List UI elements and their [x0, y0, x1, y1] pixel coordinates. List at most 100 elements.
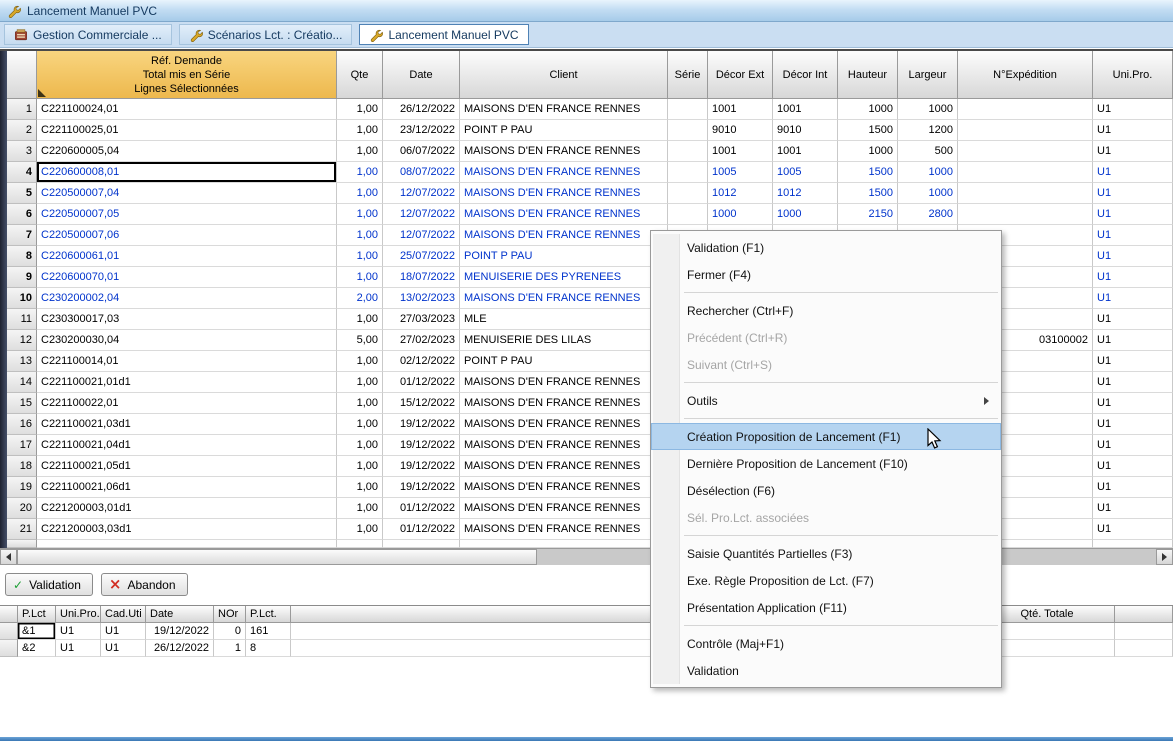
- cell-serie[interactable]: [668, 120, 708, 141]
- cell-serie[interactable]: [668, 204, 708, 225]
- ref-demande-column-header[interactable]: Réf. DemandeTotal mis en SérieLignes Sél…: [37, 51, 337, 99]
- column-header-decor_ext[interactable]: Décor Ext: [708, 51, 773, 99]
- cell-date[interactable]: 12/07/2022: [383, 183, 460, 204]
- cell-date[interactable]: 01/12/2022: [383, 519, 460, 540]
- cell-ref[interactable]: C220600008,01: [37, 162, 337, 183]
- cell-uni_pro[interactable]: U1: [1093, 330, 1173, 351]
- cell-largeur[interactable]: 2800: [898, 204, 958, 225]
- cell-ref[interactable]: C221200003,03d1: [37, 519, 337, 540]
- cell-qte[interactable]: 1,00: [337, 351, 383, 372]
- cell-decor_int[interactable]: 1001: [773, 141, 838, 162]
- column-header-client[interactable]: Client: [460, 51, 668, 99]
- cell-qte[interactable]: 1,00: [337, 393, 383, 414]
- cell-uni_pro[interactable]: U1: [56, 640, 101, 657]
- cell-ref[interactable]: C221200003,01d1: [37, 498, 337, 519]
- cell-uni_pro[interactable]: U1: [56, 623, 101, 640]
- cell-uni_pro[interactable]: U1: [1093, 351, 1173, 372]
- row-number-cell[interactable]: 14: [7, 372, 37, 393]
- cell-client[interactable]: MAISONS D'EN FRANCE RENNES: [460, 141, 668, 162]
- menu-item[interactable]: Rechercher (Ctrl+F): [651, 297, 1001, 324]
- cell-client[interactable]: MAISONS D'EN FRANCE RENNES: [460, 225, 668, 246]
- cell-decor_ext[interactable]: 1001: [708, 99, 773, 120]
- cell-date[interactable]: 19/12/2022: [383, 456, 460, 477]
- cell-largeur[interactable]: 500: [898, 141, 958, 162]
- cell-qte[interactable]: 1,00: [337, 267, 383, 288]
- cell-date[interactable]: 26/12/2022: [146, 640, 214, 657]
- cell-client[interactable]: MAISONS D'EN FRANCE RENNES: [460, 204, 668, 225]
- cell-ref[interactable]: C230200030,04: [37, 330, 337, 351]
- cell-date[interactable]: 27/02/2023: [383, 330, 460, 351]
- cell-qte[interactable]: 1,00: [337, 498, 383, 519]
- cell-client[interactable]: MENUISERIE DES LILAS: [460, 330, 668, 351]
- cell-qte[interactable]: 1,00: [337, 183, 383, 204]
- cell-n_expedition[interactable]: [958, 120, 1093, 141]
- row-number-cell[interactable]: 1: [7, 99, 37, 120]
- cell-n_expedition[interactable]: [958, 141, 1093, 162]
- cell-uni_pro[interactable]: U1: [1093, 519, 1173, 540]
- menu-item[interactable]: Création Proposition de Lancement (F1): [651, 423, 1001, 450]
- cell-client[interactable]: MAISONS D'EN FRANCE RENNES: [460, 519, 668, 540]
- cell-client[interactable]: MAISONS D'EN FRANCE RENNES: [460, 372, 668, 393]
- cell-date[interactable]: 08/07/2022: [383, 162, 460, 183]
- cell-qte[interactable]: 1,00: [337, 141, 383, 162]
- cell-serie[interactable]: [668, 141, 708, 162]
- cell-largeur[interactable]: 1000: [898, 99, 958, 120]
- row-number-cell[interactable]: 21: [7, 519, 37, 540]
- cell-qte[interactable]: 1,00: [337, 246, 383, 267]
- cell-ref[interactable]: C220500007,05: [37, 204, 337, 225]
- cell-ref[interactable]: C221100021,05d1: [37, 456, 337, 477]
- menu-item[interactable]: Désélection (F6): [651, 477, 1001, 504]
- cell-nor[interactable]: 1: [214, 640, 246, 657]
- menu-item[interactable]: Présentation Application (F11): [651, 594, 1001, 621]
- cell-qte[interactable]: 1,00: [337, 414, 383, 435]
- cell-ref[interactable]: C230300017,03: [37, 309, 337, 330]
- cell-serie[interactable]: [668, 162, 708, 183]
- cell-uni_pro[interactable]: U1: [1093, 120, 1173, 141]
- cell-p_lct[interactable]: &1: [18, 623, 56, 640]
- cell-client[interactable]: MAISONS D'EN FRANCE RENNES: [460, 393, 668, 414]
- cell-uni_pro[interactable]: U1: [1093, 204, 1173, 225]
- cell-ref[interactable]: C230200002,04: [37, 288, 337, 309]
- cell-ref[interactable]: C221100025,01: [37, 120, 337, 141]
- cell-cad_uti[interactable]: U1: [101, 640, 146, 657]
- cell-uni_pro[interactable]: U1: [1093, 414, 1173, 435]
- cell-date[interactable]: 18/07/2022: [383, 267, 460, 288]
- row-number-cell[interactable]: 4: [7, 162, 37, 183]
- cell-ref[interactable]: C220600061,01: [37, 246, 337, 267]
- row-number-cell[interactable]: 15: [7, 393, 37, 414]
- cell-date[interactable]: 02/12/2022: [383, 351, 460, 372]
- cell-decor_ext[interactable]: 1001: [708, 141, 773, 162]
- cell-decor_ext[interactable]: 1005: [708, 162, 773, 183]
- column-header-p_lct[interactable]: P.Lct: [18, 606, 56, 623]
- cell-qte[interactable]: 1,00: [337, 456, 383, 477]
- cell-ref[interactable]: C220600005,04: [37, 141, 337, 162]
- cell-largeur[interactable]: 1200: [898, 120, 958, 141]
- cell-ref[interactable]: C221100014,01: [37, 351, 337, 372]
- column-header-serie[interactable]: Série: [668, 51, 708, 99]
- cell-client[interactable]: MAISONS D'EN FRANCE RENNES: [460, 162, 668, 183]
- cell-decor_int[interactable]: 1005: [773, 162, 838, 183]
- row-number-cell[interactable]: 9: [7, 267, 37, 288]
- cell-n_expedition[interactable]: [958, 162, 1093, 183]
- cell-date[interactable]: 25/07/2022: [383, 246, 460, 267]
- cell-client[interactable]: MAISONS D'EN FRANCE RENNES: [460, 414, 668, 435]
- cell-n_expedition[interactable]: [958, 204, 1093, 225]
- row-number-cell[interactable]: 3: [7, 141, 37, 162]
- cell-date[interactable]: 19/12/2022: [383, 414, 460, 435]
- cell-qte[interactable]: 1,00: [337, 225, 383, 246]
- cell-uni_pro[interactable]: U1: [1093, 288, 1173, 309]
- cell-uni_pro[interactable]: U1: [1093, 267, 1173, 288]
- row-number-cell[interactable]: 6: [7, 204, 37, 225]
- cell-date[interactable]: 01/12/2022: [383, 372, 460, 393]
- cell-uni_pro[interactable]: U1: [1093, 141, 1173, 162]
- cell-qte[interactable]: 1,00: [337, 162, 383, 183]
- row-gutter-cell[interactable]: [0, 640, 18, 657]
- cell-uni_pro[interactable]: U1: [1093, 456, 1173, 477]
- cell-uni_pro[interactable]: U1: [1093, 183, 1173, 204]
- cell-p_lct2[interactable]: 8: [246, 640, 291, 657]
- cell-serie[interactable]: [668, 99, 708, 120]
- cell-client[interactable]: MAISONS D'EN FRANCE RENNES: [460, 435, 668, 456]
- cell-end_filler[interactable]: [1115, 640, 1173, 657]
- row-number-cell[interactable]: 11: [7, 309, 37, 330]
- cell-p_lct[interactable]: &2: [18, 640, 56, 657]
